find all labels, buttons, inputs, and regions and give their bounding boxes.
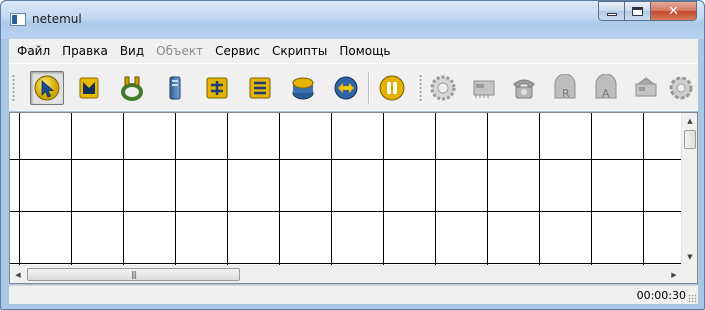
status-bar: 00:00:30 bbox=[9, 285, 698, 304]
arp-table-icon: A bbox=[595, 74, 617, 100]
scrollbar-corner bbox=[681, 265, 697, 283]
menu-view[interactable]: Вид bbox=[114, 41, 150, 61]
close-button[interactable]: ✕ bbox=[651, 1, 697, 21]
select-arrow-icon bbox=[34, 75, 60, 101]
link-icon bbox=[334, 76, 358, 100]
menu-bar: Файл Правка Вид Объект Сервис Скрипты По… bbox=[9, 39, 698, 63]
telephone-icon bbox=[513, 79, 535, 99]
scroll-down-icon[interactable]: ▼ bbox=[682, 249, 698, 265]
select-tool-button[interactable] bbox=[30, 71, 64, 105]
scroll-up-icon[interactable]: ▲ bbox=[682, 113, 698, 129]
settings-tool-button[interactable] bbox=[426, 71, 460, 105]
menu-object[interactable]: Объект bbox=[150, 41, 209, 61]
pause-tool-button[interactable] bbox=[375, 71, 409, 105]
network-card-icon bbox=[473, 80, 495, 98]
minimize-button[interactable] bbox=[598, 1, 625, 21]
toolbar: R A bbox=[9, 63, 698, 111]
menu-edit[interactable]: Правка bbox=[56, 41, 114, 61]
menu-file[interactable]: Файл bbox=[11, 41, 56, 61]
device-properties-tool-button[interactable] bbox=[629, 71, 663, 105]
title-bar[interactable]: netemul ✕ bbox=[1, 1, 704, 39]
link-tool-button[interactable] bbox=[329, 71, 363, 105]
maximize-icon bbox=[632, 6, 643, 16]
window-title: netemul bbox=[32, 12, 82, 26]
simulation-time: 00:00:30 bbox=[636, 289, 686, 302]
router-tool-button[interactable] bbox=[286, 71, 320, 105]
hub-tool-button[interactable] bbox=[200, 71, 234, 105]
cable-tool-button[interactable] bbox=[115, 71, 149, 105]
horizontal-scroll-thumb[interactable]: ||| bbox=[27, 268, 240, 281]
scroll-right-icon[interactable]: ▶ bbox=[666, 266, 682, 283]
canvas-grid[interactable] bbox=[10, 113, 682, 265]
toolbar-separator bbox=[368, 72, 370, 104]
note-icon bbox=[79, 77, 99, 99]
hub-icon bbox=[206, 77, 228, 99]
settings-gear-icon bbox=[430, 75, 456, 101]
svg-text:A: A bbox=[602, 87, 610, 100]
note-tool-button[interactable] bbox=[72, 71, 106, 105]
menu-scripts[interactable]: Скрипты bbox=[266, 41, 333, 61]
computer-icon bbox=[169, 76, 181, 100]
switch-tool-button[interactable] bbox=[243, 71, 277, 105]
menu-help[interactable]: Помощь bbox=[333, 41, 396, 61]
app-window: netemul ✕ Файл Правка Вид Объект Сервис … bbox=[0, 0, 705, 310]
pause-icon bbox=[379, 75, 405, 101]
telephone-tool-button[interactable] bbox=[507, 71, 541, 105]
menu-service[interactable]: Сервис bbox=[209, 41, 266, 61]
maximize-button[interactable] bbox=[625, 1, 651, 21]
device-properties-icon bbox=[635, 77, 657, 97]
router-icon bbox=[292, 77, 314, 100]
svg-text:R: R bbox=[562, 87, 570, 100]
close-icon: ✕ bbox=[668, 3, 679, 19]
minimize-icon bbox=[606, 12, 617, 16]
scroll-left-icon[interactable]: ◀ bbox=[10, 266, 26, 283]
rip-router-tool-button[interactable]: R bbox=[548, 71, 582, 105]
toolbar-grip[interactable] bbox=[12, 74, 15, 102]
toolbar-grip[interactable] bbox=[419, 74, 422, 102]
grip-lines-icon: ||| bbox=[130, 270, 137, 279]
vertical-scrollbar[interactable]: ▲ ▼ bbox=[681, 113, 697, 265]
network-canvas[interactable]: ▲ ▼ ◀ ||| ▶ bbox=[9, 112, 698, 284]
arp-tool-button[interactable]: A bbox=[589, 71, 623, 105]
switch-icon bbox=[249, 77, 271, 99]
caption-buttons: ✕ bbox=[598, 1, 697, 21]
horizontal-scrollbar[interactable]: ◀ ||| ▶ bbox=[10, 265, 682, 283]
network-card-tool-button[interactable] bbox=[467, 71, 501, 105]
app-icon bbox=[10, 13, 26, 26]
cable-icon bbox=[121, 76, 143, 101]
computer-tool-button[interactable] bbox=[158, 71, 192, 105]
rip-router-icon: R bbox=[554, 74, 576, 100]
resize-grip-icon[interactable] bbox=[688, 294, 697, 303]
vertical-scroll-thumb[interactable] bbox=[684, 130, 696, 149]
cog-tool-button[interactable] bbox=[664, 71, 698, 105]
cog-icon bbox=[669, 76, 693, 100]
